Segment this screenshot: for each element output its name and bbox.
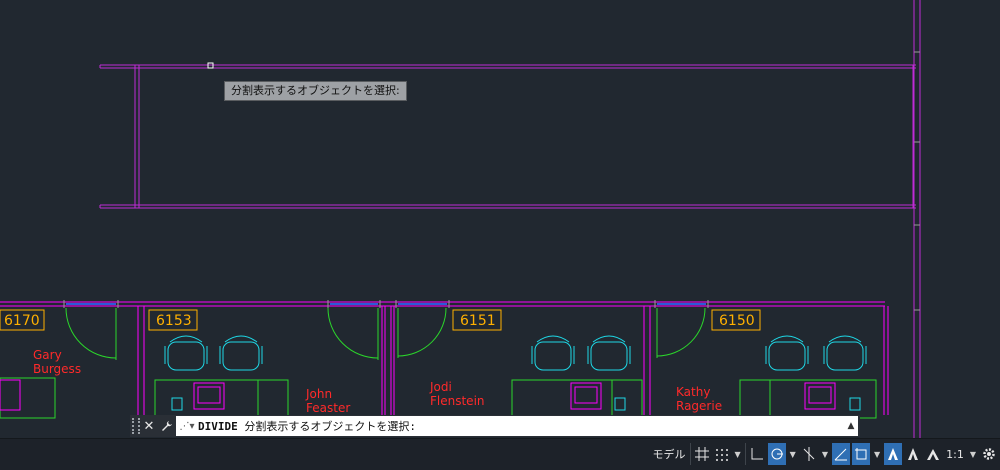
- occupant-name: John: [305, 387, 332, 401]
- drawing-canvas[interactable]: 6170 6153 6151 6150 Gary Burgess John Fe…: [0, 0, 1000, 438]
- occupant-name: Kathy: [676, 385, 710, 399]
- room-number-6153: 6153: [156, 313, 192, 329]
- ortho-icon[interactable]: [748, 443, 766, 465]
- room-number-6150: 6150: [719, 313, 755, 329]
- command-line[interactable]: ✕ ⋰▾ DIVIDE 分割表示するオブジェクトを選択: ▲: [130, 415, 860, 437]
- isodraft-icon[interactable]: [800, 443, 818, 465]
- occupant-name: Ragerie: [676, 399, 722, 413]
- status-bar: モデル ▼ ▼ ▼ ▼ 1:1 ▼: [0, 438, 1000, 470]
- occupant-name: Gary: [33, 348, 62, 362]
- gear-icon[interactable]: [980, 443, 998, 465]
- occupant-name: Burgess: [33, 362, 81, 376]
- command-input[interactable]: ⋰▾ DIVIDE 分割表示するオブジェクトを選択: ▲: [176, 416, 858, 436]
- polar-dropdown-icon[interactable]: ▼: [788, 443, 798, 465]
- isodraft-dropdown-icon[interactable]: ▼: [820, 443, 830, 465]
- command-prompt-icon[interactable]: ⋰▾: [176, 421, 198, 432]
- annotation-scale-icon[interactable]: [924, 443, 942, 465]
- room-number-6151: 6151: [460, 313, 496, 329]
- wrench-icon[interactable]: [158, 416, 176, 436]
- close-icon[interactable]: ✕: [140, 416, 158, 436]
- occupant-name: Jodi: [429, 380, 452, 394]
- occupant-name: Feaster: [306, 401, 350, 415]
- object-snap-tracking-icon[interactable]: [831, 443, 850, 465]
- auto-scale-icon[interactable]: [904, 443, 922, 465]
- separator: [744, 443, 746, 465]
- scale-dropdown-icon[interactable]: ▼: [968, 443, 978, 465]
- grid-icon[interactable]: [693, 443, 711, 465]
- command-prompt: 分割表示するオブジェクトを選択:: [244, 420, 416, 433]
- separator: [689, 443, 691, 465]
- occupant-name: Flenstein: [430, 394, 485, 408]
- command-line-grip[interactable]: [132, 418, 140, 434]
- room-number-6170: 6170: [4, 313, 40, 329]
- selection-tooltip: 分割表示するオブジェクトを選択:: [224, 81, 407, 101]
- snap-icon[interactable]: [713, 443, 731, 465]
- command-history-up-icon[interactable]: ▲: [844, 421, 858, 431]
- object-snap-dropdown-icon[interactable]: ▼: [872, 443, 882, 465]
- object-snap-icon[interactable]: [851, 443, 870, 465]
- snap-dropdown-icon[interactable]: ▼: [733, 443, 743, 465]
- model-space-button[interactable]: モデル: [651, 443, 688, 465]
- command-name: DIVIDE: [198, 420, 238, 433]
- annotation-scale-button[interactable]: 1:1: [944, 443, 966, 465]
- annotation-visibility-icon[interactable]: [884, 443, 903, 465]
- polar-tracking-icon[interactable]: [767, 443, 786, 465]
- command-text: DIVIDE 分割表示するオブジェクトを選択:: [198, 418, 416, 434]
